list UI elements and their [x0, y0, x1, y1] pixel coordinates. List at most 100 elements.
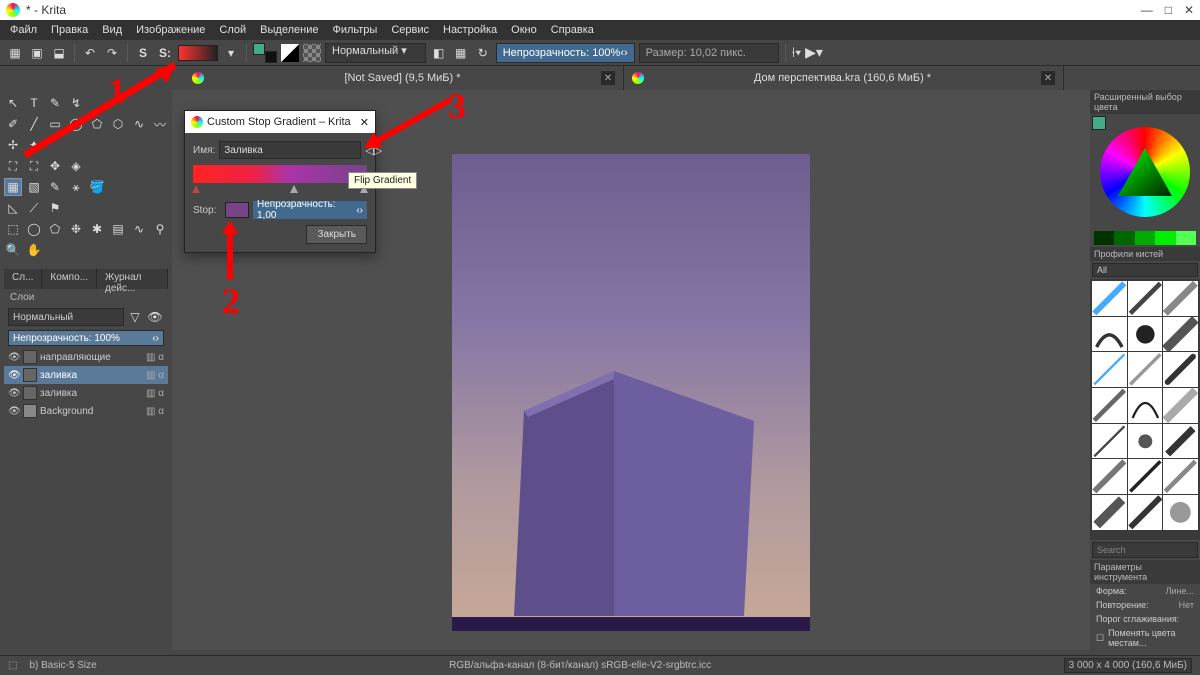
brush-preset[interactable] — [1092, 352, 1127, 387]
document-tab[interactable]: Дом перспектива.kra (160,6 МиБ) * ✕ — [624, 66, 1064, 90]
zoom-tool-icon[interactable]: 🔍 — [4, 241, 22, 259]
menu-select[interactable]: Выделение — [254, 22, 324, 38]
pan-tool-icon[interactable]: ✋ — [25, 241, 43, 259]
brush-preset[interactable] — [1092, 317, 1127, 352]
brush-preset[interactable] — [1128, 388, 1163, 423]
stop-color-swatch[interactable] — [225, 202, 249, 218]
brush-preset[interactable] — [1163, 317, 1198, 352]
fg-bg-color[interactable] — [253, 43, 277, 63]
transform-tool-icon[interactable]: ⛶ — [4, 157, 22, 175]
layer-row[interactable]: 👁заливка▥ α — [4, 366, 168, 384]
brush-preset[interactable] — [1092, 495, 1127, 530]
brush-preset[interactable] — [1092, 424, 1127, 459]
calligraphy-tool-icon[interactable]: ✎ — [46, 94, 64, 112]
crop-tool-icon[interactable]: ⛶ — [25, 157, 43, 175]
menu-tools[interactable]: Сервис — [385, 22, 435, 38]
pattern-grid-icon[interactable] — [303, 44, 321, 62]
repeat-value[interactable]: Нет — [1179, 600, 1194, 610]
fill-tool-icon[interactable]: 🪣 — [88, 178, 106, 196]
tab-close-icon[interactable]: ✕ — [601, 71, 615, 85]
dialog-close-icon[interactable]: ✕ — [360, 116, 369, 129]
menu-file[interactable]: Файл — [4, 22, 43, 38]
layer-row[interactable]: 👁направляющие▥ α — [4, 348, 168, 366]
undo-icon[interactable]: ↶ — [81, 44, 99, 62]
menu-view[interactable]: Вид — [96, 22, 128, 38]
gradient-preview[interactable] — [178, 45, 218, 61]
layer-opacity-slider[interactable]: Непрозрачность: 100%‹› — [8, 330, 164, 346]
brush-filter-select[interactable]: All — [1092, 263, 1198, 277]
close-button[interactable]: ✕ — [1184, 3, 1194, 17]
menu-settings[interactable]: Настройка — [437, 22, 503, 38]
rect-select-icon[interactable]: ⬚ — [4, 220, 22, 238]
color-strip[interactable] — [1094, 231, 1196, 245]
gradient-dropdown-icon[interactable]: ▾ — [222, 44, 240, 62]
dynamic-brush-icon[interactable]: ✢ — [4, 136, 22, 154]
ellipse-select-icon[interactable]: ◯ — [25, 220, 43, 238]
assist-tool-icon[interactable]: ◺ — [4, 199, 22, 217]
gradient-s-icon[interactable]: S — [134, 44, 152, 62]
alpha-lock-icon[interactable]: ▦ — [452, 44, 470, 62]
brush-preset[interactable] — [1092, 281, 1127, 316]
blend-mode-select[interactable]: Нормальный ▾ — [325, 43, 426, 63]
filter-icon[interactable]: ▽ — [126, 308, 144, 326]
brush-preset[interactable] — [1128, 317, 1163, 352]
gradient-s2-icon[interactable]: S: — [156, 44, 174, 62]
gradient-stop[interactable] — [290, 185, 298, 193]
mirror-h-icon[interactable]: ⟊▾ — [792, 44, 801, 61]
brush-preset[interactable] — [1092, 459, 1127, 494]
polygon-tool-icon[interactable]: ⬠ — [88, 115, 106, 133]
menu-layer[interactable]: Слой — [213, 22, 252, 38]
gradient-name-input[interactable] — [219, 141, 361, 159]
contig-select-icon[interactable]: ✱ — [88, 220, 106, 238]
brush-preset[interactable] — [1163, 352, 1198, 387]
magnet-select-icon[interactable]: ⚲ — [151, 220, 169, 238]
dialog-titlebar[interactable]: Custom Stop Gradient – Krita ✕ — [185, 111, 375, 133]
eraser-icon[interactable]: ◧ — [430, 44, 448, 62]
layer-blend-select[interactable]: Нормальный — [8, 308, 124, 326]
freehand-tool-icon[interactable]: 〰 — [151, 115, 169, 133]
move-tool-icon[interactable]: ↖ — [4, 94, 22, 112]
polyline-tool-icon[interactable]: ⬡ — [109, 115, 127, 133]
layer-row[interactable]: 👁заливка▥ α — [4, 384, 168, 402]
new-file-icon[interactable]: ▦ — [6, 44, 24, 62]
brush-tool-icon[interactable]: ✐ — [4, 115, 22, 133]
pattern-swatch[interactable] — [281, 44, 299, 62]
brush-preset[interactable] — [1163, 281, 1198, 316]
brush-preset[interactable] — [1092, 388, 1127, 423]
brush-preset[interactable] — [1163, 424, 1198, 459]
shape-value[interactable]: Лине... — [1166, 586, 1194, 596]
bezier-select-icon[interactable]: ∿ — [130, 220, 148, 238]
menu-window[interactable]: Окно — [505, 22, 543, 38]
menu-edit[interactable]: Правка — [45, 22, 94, 38]
bezier-tool-icon[interactable]: ∿ — [130, 115, 148, 133]
brush-preset[interactable] — [1163, 459, 1198, 494]
tab-layers[interactable]: Сл... — [4, 269, 42, 289]
mirror-v-icon[interactable]: ▶▾ — [805, 44, 823, 61]
multibrush-icon[interactable]: ✦ — [25, 136, 43, 154]
brush-preset[interactable] — [1128, 424, 1163, 459]
brush-preset[interactable] — [1128, 281, 1163, 316]
brush-preset[interactable] — [1128, 459, 1163, 494]
gradient-tool-icon[interactable]: ▦ — [4, 178, 22, 196]
eye-icon[interactable]: 👁 — [146, 308, 164, 326]
save-file-icon[interactable]: ⬓ — [50, 44, 68, 62]
free-select-icon[interactable]: ❉ — [67, 220, 85, 238]
dialog-close-button[interactable]: Закрыть — [306, 225, 367, 244]
tab-history[interactable]: Журнал дейс... — [97, 269, 168, 289]
menu-filters[interactable]: Фильтры — [326, 22, 383, 38]
layer-row[interactable]: 👁Background▥ α — [4, 402, 168, 420]
measure-tool-icon[interactable]: ⟋ — [25, 199, 43, 217]
brush-preset[interactable] — [1163, 388, 1198, 423]
maximize-button[interactable]: □ — [1165, 3, 1172, 17]
gradient-stop[interactable] — [192, 185, 200, 193]
checkbox-icon[interactable]: ☐ — [1096, 633, 1104, 644]
brush-preset[interactable] — [1128, 495, 1163, 530]
text-tool-icon[interactable]: T — [25, 94, 43, 112]
deform-tool-icon[interactable]: ◈ — [67, 157, 85, 175]
selection-icon[interactable]: ⬚ — [8, 660, 17, 671]
poly-select-icon[interactable]: ⬠ — [46, 220, 64, 238]
canvas[interactable] — [452, 154, 810, 631]
color-picker-icon[interactable]: ⚹ — [67, 178, 85, 196]
tab-compositions[interactable]: Компо... — [42, 269, 97, 289]
line-tool-icon[interactable]: ╱ — [25, 115, 43, 133]
